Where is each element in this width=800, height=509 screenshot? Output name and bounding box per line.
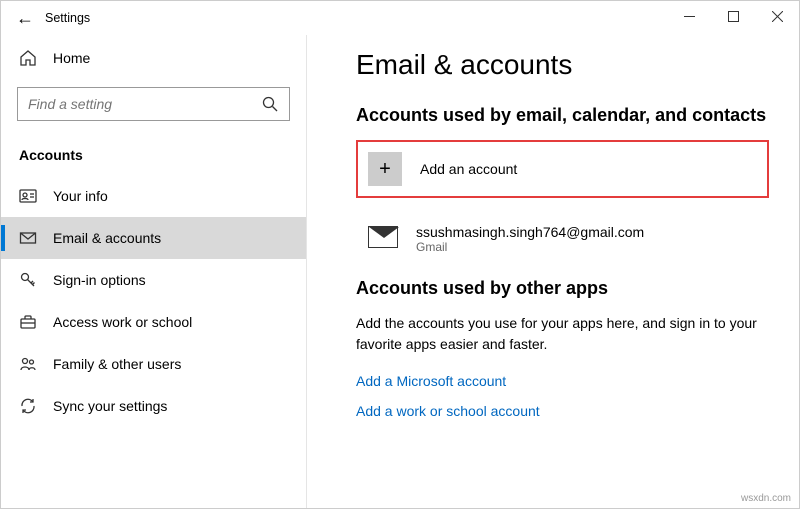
search-box[interactable] bbox=[17, 87, 290, 121]
sidebar-item-family[interactable]: Family & other users bbox=[1, 343, 306, 385]
account-entry[interactable]: ssushmasingh.singh764@gmail.com Gmail bbox=[356, 220, 769, 278]
add-microsoft-account-link[interactable]: Add a Microsoft account bbox=[356, 373, 769, 389]
add-account-label: Add an account bbox=[420, 161, 517, 177]
key-icon bbox=[19, 271, 37, 289]
window-title: Settings bbox=[45, 11, 90, 25]
sidebar-item-sync[interactable]: Sync your settings bbox=[1, 385, 306, 427]
page-title: Email & accounts bbox=[356, 49, 769, 81]
section-description: Add the accounts you use for your apps h… bbox=[356, 313, 769, 355]
add-work-school-link[interactable]: Add a work or school account bbox=[356, 403, 769, 419]
sidebar-item-your-info[interactable]: Your info bbox=[1, 175, 306, 217]
sidebar-item-label: Sign-in options bbox=[53, 272, 146, 288]
briefcase-icon bbox=[19, 313, 37, 331]
section-title-other-apps: Accounts used by other apps bbox=[356, 278, 769, 299]
sidebar: Home Accounts Your info Email & accounts… bbox=[1, 35, 306, 508]
account-provider: Gmail bbox=[416, 240, 644, 254]
search-icon bbox=[261, 95, 279, 113]
people-icon bbox=[19, 355, 37, 373]
sidebar-item-label: Your info bbox=[53, 188, 108, 204]
person-card-icon bbox=[19, 187, 37, 205]
minimize-button[interactable] bbox=[667, 1, 711, 31]
envelope-icon bbox=[368, 226, 398, 248]
sidebar-item-label: Family & other users bbox=[53, 356, 181, 372]
search-input[interactable] bbox=[28, 96, 261, 112]
sidebar-item-label: Email & accounts bbox=[53, 230, 161, 246]
back-button[interactable]: ← bbox=[9, 8, 41, 29]
sidebar-item-work-school[interactable]: Access work or school bbox=[1, 301, 306, 343]
plus-icon: + bbox=[368, 152, 402, 186]
sidebar-section-title: Accounts bbox=[1, 129, 306, 175]
sidebar-item-label: Sync your settings bbox=[53, 398, 167, 414]
add-account-button[interactable]: + Add an account bbox=[356, 140, 769, 198]
sync-icon bbox=[19, 397, 37, 415]
account-email: ssushmasingh.singh764@gmail.com bbox=[416, 224, 644, 240]
watermark: wsxdn.com bbox=[741, 493, 791, 504]
close-button[interactable] bbox=[755, 1, 799, 31]
sidebar-item-email-accounts[interactable]: Email & accounts bbox=[1, 217, 306, 259]
sidebar-item-signin-options[interactable]: Sign-in options bbox=[1, 259, 306, 301]
home-icon bbox=[19, 49, 37, 67]
sidebar-home[interactable]: Home bbox=[1, 39, 306, 77]
main-panel: Email & accounts Accounts used by email,… bbox=[306, 35, 799, 508]
maximize-button[interactable] bbox=[711, 1, 755, 31]
section-title-email: Accounts used by email, calendar, and co… bbox=[356, 105, 769, 126]
home-label: Home bbox=[53, 50, 90, 66]
mail-icon bbox=[19, 229, 37, 247]
sidebar-item-label: Access work or school bbox=[53, 314, 192, 330]
